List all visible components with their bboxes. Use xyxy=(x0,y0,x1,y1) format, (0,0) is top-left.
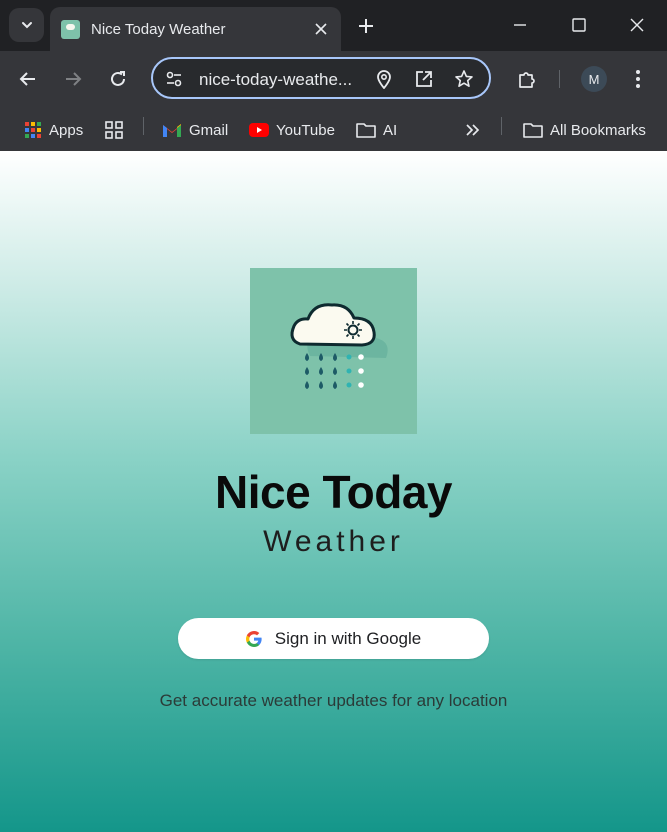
forward-arrow-icon xyxy=(66,72,82,86)
more-vert-icon xyxy=(636,70,640,88)
app-logo xyxy=(250,268,417,434)
double-chevron-icon xyxy=(466,124,480,136)
active-tab[interactable]: Nice Today Weather xyxy=(50,7,341,51)
close-icon xyxy=(315,23,327,35)
reload-icon xyxy=(111,71,125,86)
chevron-down-icon xyxy=(21,22,32,29)
close-window-button[interactable] xyxy=(617,6,657,44)
minimize-button[interactable] xyxy=(500,6,540,44)
url-text[interactable]: nice-today-weathe... xyxy=(199,70,352,90)
tab-groups-button[interactable] xyxy=(104,116,124,144)
open-in-app-button[interactable] xyxy=(412,67,436,91)
browser-window: Nice Today Weather nice-today-weathe... … xyxy=(0,0,667,832)
gmail-icon xyxy=(162,122,182,138)
bookmark-label: AI xyxy=(383,121,398,139)
bookmark-label: Apps xyxy=(49,121,84,139)
location-pin-icon xyxy=(377,70,391,89)
star-icon xyxy=(455,70,473,87)
bookmark-gmail[interactable]: Gmail xyxy=(162,116,228,144)
bookmarks-overflow-button[interactable] xyxy=(465,116,481,144)
bookmark-youtube[interactable]: YouTube xyxy=(249,116,335,144)
all-bookmarks-folder[interactable]: All Bookmarks xyxy=(523,116,646,144)
puzzle-icon xyxy=(519,72,535,88)
maximize-button[interactable] xyxy=(559,6,599,44)
site-settings-button[interactable] xyxy=(162,67,186,91)
profile-avatar[interactable]: M xyxy=(581,66,607,92)
bookmarks-divider xyxy=(501,117,502,135)
address-bar[interactable]: nice-today-weathe... xyxy=(151,57,491,99)
app-subtitle: Weather xyxy=(263,525,404,558)
back-button[interactable] xyxy=(12,63,44,95)
page-content: Nice Today Weather Sign in with Google G… xyxy=(0,151,667,832)
toolbar: nice-today-weathe... M xyxy=(0,51,667,108)
folder-icon xyxy=(523,122,543,138)
tab-search-button[interactable] xyxy=(9,8,44,42)
maximize-icon xyxy=(572,18,586,32)
forward-button[interactable] xyxy=(57,63,89,95)
reload-button[interactable] xyxy=(102,63,134,95)
open-external-icon xyxy=(416,71,432,87)
apps-grid-icon xyxy=(24,121,42,139)
plus-icon xyxy=(359,19,373,33)
bookmark-star-button[interactable] xyxy=(452,67,476,91)
minimize-icon xyxy=(514,24,526,26)
youtube-icon xyxy=(249,123,269,137)
bookmark-label: All Bookmarks xyxy=(550,121,646,139)
menu-button[interactable] xyxy=(622,63,654,95)
google-signin-button[interactable]: Sign in with Google xyxy=(178,618,489,659)
site-favicon xyxy=(61,19,80,39)
tune-icon xyxy=(166,71,182,87)
tab-strip: Nice Today Weather xyxy=(0,0,667,51)
tab-title: Nice Today Weather xyxy=(91,20,226,38)
bookmark-label: YouTube xyxy=(276,121,335,139)
extensions-button[interactable] xyxy=(511,63,543,95)
bookmark-label: Gmail xyxy=(189,121,229,139)
bookmark-folder-ai[interactable]: AI xyxy=(356,116,397,144)
tab-close-button[interactable] xyxy=(310,18,332,40)
toolbar-divider xyxy=(559,70,560,88)
signin-label: Sign in with Google xyxy=(274,628,422,648)
app-title: Nice Today xyxy=(215,466,453,518)
tab-groups-icon xyxy=(105,121,123,139)
bookmarks-bar: Apps Gmail YouTube AI All Bookmarks xyxy=(0,108,667,151)
back-arrow-icon xyxy=(19,72,35,86)
google-g-icon xyxy=(245,630,262,647)
new-tab-button[interactable] xyxy=(352,12,380,40)
folder-icon xyxy=(356,122,376,138)
bookmark-apps[interactable]: Apps xyxy=(24,116,83,144)
close-icon xyxy=(630,18,644,32)
tagline: Get accurate weather updates for any loc… xyxy=(159,691,508,710)
bookmarks-divider xyxy=(143,117,144,135)
location-button[interactable] xyxy=(372,67,396,91)
